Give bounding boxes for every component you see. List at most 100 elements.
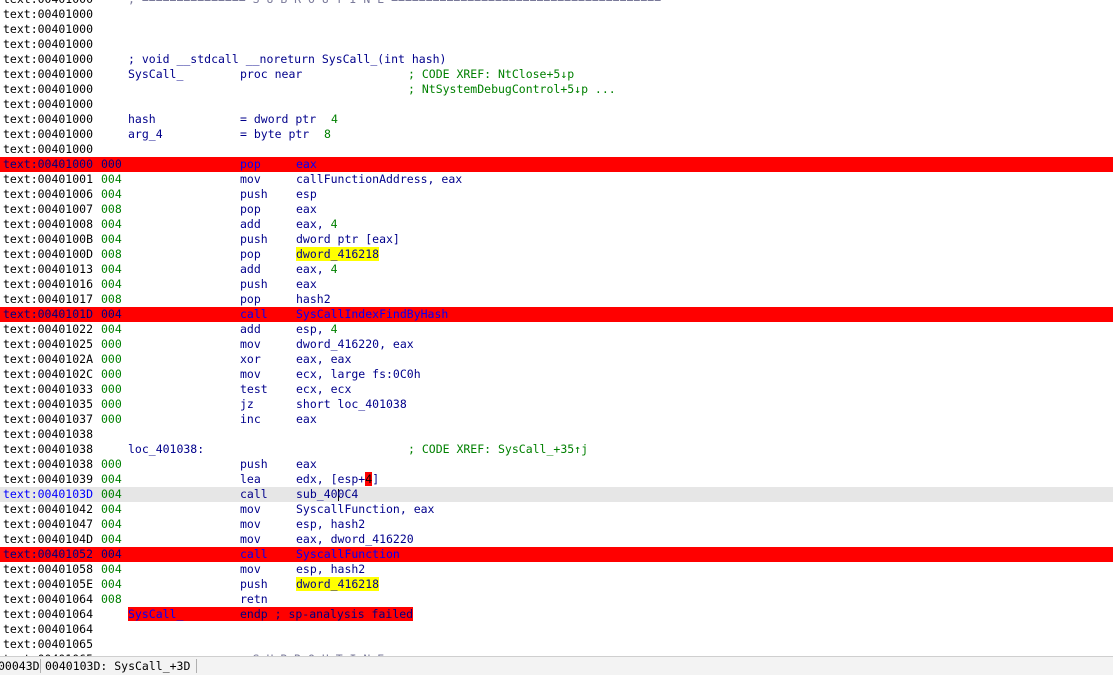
listing-line[interactable]: text:0040102C 000 mov ecx, large fs:0C0h bbox=[0, 367, 1113, 382]
operand-text: esp, hash2 bbox=[296, 517, 366, 531]
operand-text: SyscallFunction bbox=[296, 547, 400, 561]
operand-text: eax, bbox=[296, 262, 331, 276]
line-address: text:00401038 bbox=[3, 442, 94, 456]
line-address: text:0040102A bbox=[3, 352, 94, 366]
stack-pointer-value: 000 bbox=[101, 337, 122, 351]
instruction-operand: esp bbox=[296, 187, 317, 202]
instruction-operand: SysCallIndexFindByHash bbox=[296, 307, 448, 322]
listing-line[interactable]: text:00401038 loc_401038: ; CODE XREF: Sys… bbox=[0, 442, 1113, 457]
line-address: text:00401033 bbox=[3, 382, 94, 396]
stack-pointer-value: 004 bbox=[101, 322, 122, 336]
instruction-mnemonic: pop bbox=[240, 247, 261, 261]
listing-line[interactable]: text:00401025 000 mov dword_416220, eax bbox=[0, 337, 1113, 352]
line-address: text:00401000 bbox=[3, 127, 94, 141]
instruction-mnemonic: mov bbox=[240, 337, 261, 351]
listing-line[interactable]: text:00401064 008 retn bbox=[0, 592, 1113, 607]
line-address: text:0040102C bbox=[3, 367, 94, 381]
stack-pointer-value: 004 bbox=[101, 577, 122, 591]
instruction-operand: eax bbox=[296, 202, 317, 217]
listing-line[interactable]: text:0040104D 004 mov eax, dword_416220 bbox=[0, 532, 1113, 547]
stack-pointer-value: 000 bbox=[101, 397, 122, 411]
line-address: text:00401000 bbox=[3, 52, 94, 66]
listing-line[interactable]: text:00401047 004 mov esp, hash2 bbox=[0, 517, 1113, 532]
listing-line[interactable]: text:0040100B 004 push dword ptr [eax] bbox=[0, 232, 1113, 247]
listing-line[interactable]: text:00401000 bbox=[0, 22, 1113, 37]
line-address: text:00401064 bbox=[3, 592, 94, 606]
listing-line[interactable]: text:00401017 008 pop hash2 bbox=[0, 292, 1113, 307]
instruction-operand: eax, 4 bbox=[296, 262, 338, 277]
stack-pointer-value: 004 bbox=[101, 277, 122, 291]
listing-line[interactable]: text:0040100D 008 pop dword_416218 bbox=[0, 247, 1113, 262]
listing-line[interactable]: text:00401001 004 mov callFunctionAddress, … bbox=[0, 172, 1113, 187]
stack-pointer-value: 004 bbox=[101, 217, 122, 231]
listing-line[interactable]: text:00401008 004 add eax, 4 bbox=[0, 217, 1113, 232]
instruction-operand: dword_416218 bbox=[296, 247, 380, 262]
instruction-mnemonic: push bbox=[240, 232, 268, 246]
listing-line[interactable]: text:00401000 ; NtSystemDebugControl+5↓p … bbox=[0, 82, 1113, 97]
stack-pointer-value: 000 bbox=[101, 457, 122, 471]
stack-pointer-value: 000 bbox=[101, 352, 122, 366]
listing-line[interactable]: text:00401039 004 lea edx, [esp+4] bbox=[0, 472, 1113, 487]
listing-line[interactable]: text:00401000 bbox=[0, 7, 1113, 22]
stack-pointer-value: 004 bbox=[101, 262, 122, 276]
line-address: text:00401000 bbox=[3, 7, 94, 21]
instruction-mnemonic: = dword ptr bbox=[240, 112, 317, 126]
listing-line[interactable]: text:00401006 004 push esp bbox=[0, 187, 1113, 202]
current-line[interactable]: text:0040103D 004 call sub_400C4 bbox=[0, 487, 1113, 502]
line-address: text:00401007 bbox=[3, 202, 94, 216]
listing-line[interactable]: text:00401065 bbox=[0, 637, 1113, 652]
stack-pointer-value: 008 bbox=[101, 202, 122, 216]
line-address: text:00401064 bbox=[3, 622, 94, 636]
listing-line[interactable]: text:00401042 004 mov SyscallFunction, eax bbox=[0, 502, 1113, 517]
listing-line[interactable]: text:00401033 000 test ecx, ecx bbox=[0, 382, 1113, 397]
listing-line[interactable]: text:00401038 000 push eax bbox=[0, 457, 1113, 472]
line-address: text:00401022 bbox=[3, 322, 94, 336]
operand-text: edx, [esp+ bbox=[296, 472, 366, 486]
instruction-operand: sub_400C4 bbox=[296, 487, 358, 502]
instruction-operand: hash2 bbox=[296, 292, 331, 307]
breakpoint-line[interactable]: text:0040101D 004 call SysCallIndexFindByHa… bbox=[0, 307, 1113, 322]
stack-pointer-value: 004 bbox=[101, 307, 122, 321]
listing-line[interactable]: text:00401000 arg_4 = byte ptr 8 bbox=[0, 127, 1113, 142]
line-address: text:00401000 bbox=[3, 37, 94, 51]
instruction-operand: dword ptr [eax] bbox=[296, 232, 400, 247]
listing-line[interactable]: text:00401064 bbox=[0, 622, 1113, 637]
line-address: text:00401064 bbox=[3, 607, 94, 621]
operand-text: eax bbox=[296, 457, 317, 471]
disassembly-listing[interactable]: text:00401000 ; =============== S U B R O… bbox=[0, 0, 1113, 667]
listing-line[interactable]: text:0040102A 000 xor eax, eax bbox=[0, 352, 1113, 367]
operand-immediate: 4 bbox=[330, 217, 338, 231]
listing-line[interactable]: text:00401013 004 add eax, 4 bbox=[0, 262, 1113, 277]
listing-line[interactable]: text:00401000 bbox=[0, 97, 1113, 112]
instruction-mnemonic: mov bbox=[240, 562, 261, 576]
highlighted-operand: dword_416218 bbox=[296, 247, 380, 261]
listing-line[interactable]: text:00401064 SysCall_ endp ; sp-analysis … bbox=[0, 607, 1113, 622]
stack-pointer-value: 004 bbox=[101, 472, 122, 486]
listing-line[interactable]: text:00401016 004 push eax bbox=[0, 277, 1113, 292]
listing-line[interactable]: text:00401000 bbox=[0, 37, 1113, 52]
listing-line[interactable]: text:0040105E 004 push dword_416218 bbox=[0, 577, 1113, 592]
listing-line[interactable]: text:00401000 ; void __stdcall __noreturn… bbox=[0, 52, 1113, 67]
listing-line[interactable]: text:00401007 008 pop eax bbox=[0, 202, 1113, 217]
listing-line[interactable]: text:00401035 000 jz short loc_401038 bbox=[0, 397, 1113, 412]
listing-line[interactable]: text:00401000 hash = dword ptr 4 bbox=[0, 112, 1113, 127]
listing-line[interactable]: text:00401000 ; =============== S U B R O… bbox=[0, 0, 1113, 7]
listing-line[interactable]: text:00401022 004 add esp, 4 bbox=[0, 322, 1113, 337]
breakpoint-line[interactable]: text:00401000 000 pop eax bbox=[0, 157, 1113, 172]
listing-line[interactable]: text:00401058 004 mov esp, hash2 bbox=[0, 562, 1113, 577]
line-address: text:00401001 bbox=[3, 172, 94, 186]
line-address: text:00401000 bbox=[3, 67, 94, 81]
line-address: text:00401052 bbox=[3, 547, 94, 561]
listing-line[interactable]: text:00401000 bbox=[0, 142, 1113, 157]
code-label: loc_401038: bbox=[128, 442, 205, 456]
function-prototype-comment: ; void __stdcall __noreturn SysCall_(int… bbox=[128, 52, 447, 66]
listing-line[interactable]: text:00401038 bbox=[0, 427, 1113, 442]
breakpoint-line[interactable]: text:00401052 004 call SyscallFunction bbox=[0, 547, 1113, 562]
stack-pointer-value: 008 bbox=[101, 592, 122, 606]
instruction-mnemonic: call bbox=[240, 307, 268, 321]
listing-line[interactable]: text:00401000 SysCall_ proc near ; CODE XRE… bbox=[0, 67, 1113, 82]
operand-text: eax bbox=[296, 277, 317, 291]
operand-text: eax bbox=[296, 157, 317, 171]
listing-line[interactable]: text:00401037 000 inc eax bbox=[0, 412, 1113, 427]
instruction-mnemonic: push bbox=[240, 277, 268, 291]
